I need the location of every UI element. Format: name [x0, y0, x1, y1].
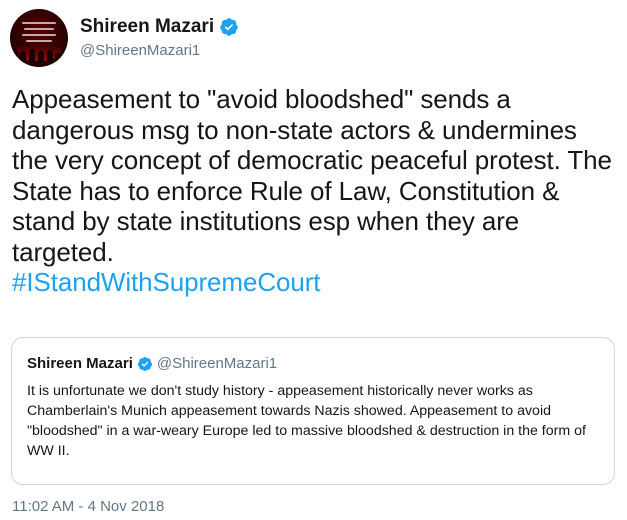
hashtag-link[interactable]: #IStandWithSupremeCourt: [12, 267, 321, 297]
author-info: Shireen Mazari @ShireenMazari1: [80, 15, 239, 62]
quoted-tweet[interactable]: Shireen Mazari @ShireenMazari1 It is unf…: [11, 337, 615, 485]
tweet-text: Appeasement to "avoid bloodshed" sends a…: [12, 84, 617, 298]
author-name-row: Shireen Mazari: [80, 15, 239, 39]
quoted-tweet-text: It is unfortunate we don't study history…: [27, 383, 586, 459]
quoted-author-name: Shireen Mazari: [27, 355, 133, 372]
author-handle[interactable]: @ShireenMazari1: [80, 40, 239, 62]
author-display-name[interactable]: Shireen Mazari: [80, 15, 214, 39]
verified-badge-icon: [219, 17, 239, 37]
avatar[interactable]: [10, 9, 68, 67]
verified-badge-icon: [137, 356, 153, 372]
quoted-tweet-header: Shireen Mazari @ShireenMazari1: [27, 354, 277, 374]
tweet-timestamp[interactable]: 11:02 AM - 4 Nov 2018: [12, 497, 164, 517]
tweet-header: Shireen Mazari @ShireenMazari1: [10, 8, 239, 68]
quoted-author-handle: @ShireenMazari1: [156, 355, 278, 372]
tweet-body: Appeasement to "avoid bloodshed" sends a…: [12, 84, 619, 267]
tweet-card: Shireen Mazari @ShireenMazari1 Appeaseme…: [0, 0, 627, 520]
